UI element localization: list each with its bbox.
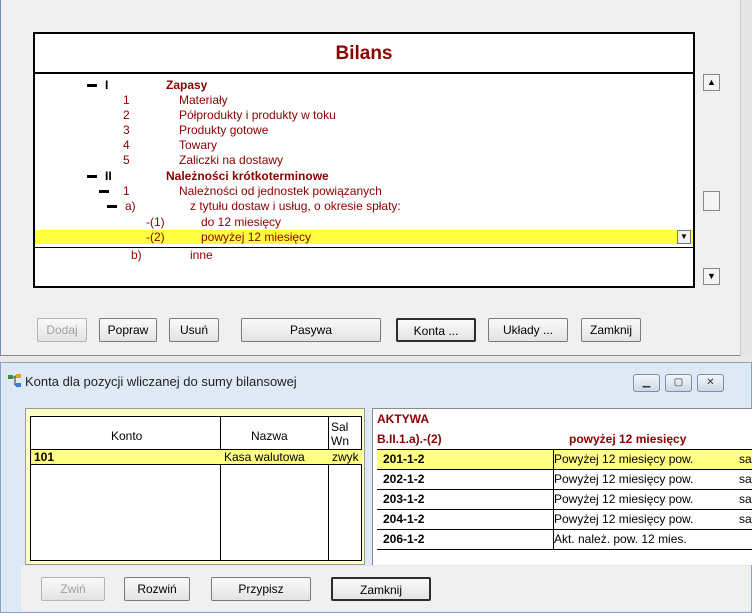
zamknij-button[interactable]: Zamknij: [581, 318, 641, 342]
position-code: B.II.1.a).-(2): [377, 432, 442, 446]
tree-row-towary[interactable]: 4 Towary: [35, 138, 693, 152]
list-item[interactable]: 206-1-2 Akt. należ. pow. 12 mies.: [377, 530, 752, 550]
tree-row-polprodukty[interactable]: 2 Półprodukty i produkty w toku: [35, 108, 693, 122]
dropdown-arrow-icon[interactable]: ▼: [677, 230, 691, 244]
table-row[interactable]: 101 Kasa walutowa zwyk: [31, 450, 362, 465]
tree-row-powyzej-12-selected[interactable]: -(2) powyżej 12 miesięcy ▼: [35, 230, 693, 244]
accounts-table: Konto Nazwa Sal Wn 101 Kasa walutowa zwy…: [30, 416, 362, 561]
uklady-button[interactable]: Układy ...: [488, 318, 568, 342]
konta-button[interactable]: Konta ...: [396, 318, 476, 342]
tree-row-produkty-gotowe[interactable]: 3 Produkty gotowe: [35, 123, 693, 137]
table-header: [31, 417, 362, 450]
collapse-icon[interactable]: [87, 175, 97, 178]
header-nazwa[interactable]: Nazwa: [251, 429, 288, 443]
header-saldo-wn: Wn: [331, 434, 349, 448]
list-item[interactable]: 202-1-2 Powyżej 12 miesięcy pow. sa: [377, 470, 752, 490]
scroll-up-button[interactable]: ▲: [703, 74, 720, 91]
position-name: powyżej 12 miesięcy: [569, 432, 687, 446]
position-accounts-panel: AKTYWA B.II.1.a).-(2) powyżej 12 miesięc…: [372, 408, 752, 565]
accounts-panel: Konto Nazwa Sal Wn 101 Kasa walutowa zwy…: [25, 408, 365, 565]
maximize-button[interactable]: ▢: [665, 374, 692, 392]
zwin-button[interactable]: Zwiń: [41, 577, 105, 601]
dodaj-button[interactable]: Dodaj: [37, 318, 87, 342]
tree-row-dostawy-uslugi[interactable]: a) z tytułu dostaw i usług, o okresie sp…: [35, 199, 693, 213]
bilans-window: Bilans I Zapasy 1 Materiały 2 Półprodukt…: [0, 0, 752, 356]
tree-row-naleznosci[interactable]: II Należności krótkoterminowe: [35, 169, 693, 183]
tree-row-materialy[interactable]: 1 Materiały: [35, 93, 693, 107]
list-item[interactable]: 201-1-2 Powyżej 12 miesięcy pow. sa: [377, 450, 752, 470]
popraw-button[interactable]: Popraw: [99, 318, 157, 342]
assets-heading: AKTYWA: [377, 412, 429, 426]
bilans-panel: Bilans I Zapasy 1 Materiały 2 Półprodukt…: [33, 32, 695, 288]
collapse-icon[interactable]: [107, 205, 117, 208]
tree-row-do-12[interactable]: -(1) do 12 miesięcy: [35, 215, 693, 229]
tree-row-zaliczki[interactable]: 5 Zaliczki na dostawy: [35, 153, 693, 167]
header-konto[interactable]: Konto: [111, 429, 142, 443]
window-scrollbar[interactable]: [740, 0, 752, 356]
window-title: Konta dla pozycji wliczanej do sumy bila…: [25, 374, 297, 389]
tree-row-inne[interactable]: b) inne: [35, 247, 693, 262]
header-saldo[interactable]: Sal: [331, 420, 348, 434]
zamknij-konta-button[interactable]: Zamknij: [331, 577, 431, 601]
tree-row-zapasy[interactable]: I Zapasy: [35, 78, 693, 92]
minimize-button[interactable]: ▁: [633, 374, 660, 392]
scroll-down-button[interactable]: ▼: [703, 268, 720, 285]
list-item[interactable]: 203-1-2 Powyżej 12 miesięcy pow. sa: [377, 490, 752, 510]
tree-row-jednostki-powiazane[interactable]: 1 Należności od jednostek powiązanych: [35, 184, 693, 198]
collapse-icon[interactable]: [99, 190, 109, 193]
pasywa-button[interactable]: Pasywa: [241, 318, 381, 342]
przypisz-button[interactable]: Przypisz: [211, 577, 311, 601]
tree-accounts-icon: [8, 374, 21, 387]
collapse-icon[interactable]: [87, 84, 97, 87]
list-item[interactable]: 204-1-2 Powyżej 12 miesięcy pow. sa: [377, 510, 752, 530]
close-button[interactable]: ✕: [697, 374, 724, 392]
scroll-thumb[interactable]: [703, 191, 720, 211]
bilans-title: Bilans: [35, 34, 693, 74]
usun-button[interactable]: Usuń: [169, 318, 219, 342]
konta-window: Konta dla pozycji wliczanej do sumy bila…: [0, 362, 752, 613]
rozwin-button[interactable]: Rozwiń: [124, 577, 190, 601]
